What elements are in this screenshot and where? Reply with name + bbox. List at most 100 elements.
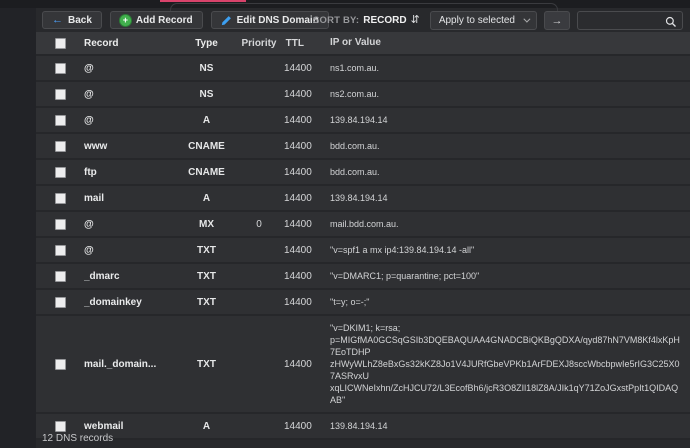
toolbar-left: ← Back + Add Record Edit DNS Domain — [42, 11, 329, 29]
table-row: mail._domain...TXT14400"v=DKIM1; k=rsa; … — [36, 316, 690, 414]
type-cell: NS — [179, 63, 234, 74]
add-record-button[interactable]: + Add Record — [110, 11, 203, 29]
table-row: @A14400139.84.194.14 — [36, 108, 690, 134]
row-checkbox[interactable] — [55, 141, 66, 152]
ttl-cell: 14400 — [284, 271, 318, 282]
row-checkbox[interactable] — [55, 115, 66, 126]
type-cell: TXT — [179, 359, 234, 370]
row-checkbox-cell — [36, 271, 84, 282]
record-cell: mail — [84, 193, 179, 204]
apply-to-selected-dropdown[interactable]: Apply to selected — [430, 11, 537, 30]
search-box — [577, 11, 683, 30]
ttl-cell: 14400 — [284, 141, 318, 152]
header-ttl: TTL — [284, 38, 318, 49]
select-all-checkbox-cell — [36, 38, 84, 49]
value-cell: "v=DMARC1; p=quarantine; pct=100" — [318, 264, 690, 288]
row-checkbox-cell — [36, 89, 84, 100]
type-cell: CNAME — [179, 167, 234, 178]
dns-records-table: Record Type Priority TTL IP or Value @NS… — [36, 32, 690, 440]
back-button[interactable]: ← Back — [42, 11, 102, 29]
row-checkbox-cell — [36, 359, 84, 370]
edit-dns-domain-label: Edit DNS Domain — [237, 15, 319, 26]
type-cell: TXT — [179, 297, 234, 308]
row-checkbox-cell — [36, 141, 84, 152]
plus-circle-icon: + — [120, 15, 131, 26]
row-checkbox-cell — [36, 193, 84, 204]
value-cell: mail.bdd.com.au. — [318, 212, 690, 236]
add-record-label: Add Record — [136, 15, 193, 26]
ttl-cell: 14400 — [284, 297, 318, 308]
row-checkbox-cell — [36, 115, 84, 126]
ttl-cell: 14400 — [284, 219, 318, 230]
back-arrow-icon: ← — [52, 15, 63, 26]
priority-cell: 0 — [234, 219, 284, 230]
record-cell: @ — [84, 63, 179, 74]
apply-submit-button[interactable]: → — [544, 11, 570, 30]
row-checkbox[interactable] — [55, 271, 66, 282]
row-checkbox[interactable] — [55, 193, 66, 204]
row-checkbox-cell — [36, 297, 84, 308]
row-checkbox-cell — [36, 421, 84, 432]
table-row: @TXT 14400"v=spf1 a mx ip4:139.84.194.14 … — [36, 238, 690, 264]
table-row: webmailA14400139.84.194.14 — [36, 414, 690, 440]
edit-pencil-icon — [221, 15, 232, 26]
row-checkbox[interactable] — [55, 63, 66, 74]
type-cell: A — [179, 193, 234, 204]
row-checkbox[interactable] — [55, 421, 66, 432]
table-row: ftpCNAME14400bdd.com.au. — [36, 160, 690, 186]
sort-by-label: SORT BY: — [313, 15, 359, 26]
table-row: @MX014400mail.bdd.com.au. — [36, 212, 690, 238]
row-checkbox[interactable] — [55, 219, 66, 230]
header-type: Type — [179, 38, 234, 49]
edit-dns-domain-button[interactable]: Edit DNS Domain — [211, 11, 329, 29]
record-cell: _dmarc — [84, 271, 179, 282]
ttl-cell: 14400 — [284, 167, 318, 178]
chevron-down-icon — [523, 16, 530, 23]
type-cell: NS — [179, 89, 234, 100]
select-all-checkbox[interactable] — [55, 38, 66, 49]
table-row: _domainkeyTXT14400"t=y; o=-;" — [36, 290, 690, 316]
record-cell: _domainkey — [84, 297, 179, 308]
table-row: mailA14400139.84.194.14 — [36, 186, 690, 212]
header-priority: Priority — [234, 38, 284, 49]
type-cell: TXT — [179, 271, 234, 282]
ttl-cell: 14400 — [284, 63, 318, 74]
row-checkbox[interactable] — [55, 297, 66, 308]
record-cell: @ — [84, 89, 179, 100]
row-checkbox[interactable] — [55, 245, 66, 256]
table-row: wwwCNAME14400bdd.com.au. — [36, 134, 690, 160]
header-record: Record — [84, 38, 179, 49]
records-count: 12 DNS records — [42, 433, 113, 444]
sort-field-value: RECORD — [363, 15, 406, 26]
ttl-cell: 14400 — [284, 421, 318, 432]
dns-table-body: @NS14400ns1.com.au.@NS14400ns2.com.au.@A… — [36, 56, 690, 440]
loading-progress-bar — [160, 0, 246, 2]
toolbar-right: SORT BY: RECORD ⇵ Apply to selected → — [313, 11, 683, 30]
row-checkbox-cell — [36, 63, 84, 74]
table-row: @NS14400ns2.com.au. — [36, 82, 690, 108]
back-button-label: Back — [68, 15, 92, 26]
record-cell: mail._domain... — [84, 359, 179, 370]
ttl-cell: 14400 — [284, 115, 318, 126]
ttl-cell: 14400 — [284, 245, 318, 256]
record-cell: @ — [84, 245, 179, 256]
value-cell: bdd.com.au. — [318, 134, 690, 158]
sort-arrows-icon[interactable]: ⇵ — [411, 15, 420, 26]
value-cell: 139.84.194.14 — [318, 186, 690, 210]
table-row: _dmarcTXT 14400"v=DMARC1; p=quarantine; p… — [36, 264, 690, 290]
value-cell: 139.84.194.14 — [318, 108, 690, 132]
value-cell: ns1.com.au. — [318, 56, 690, 80]
apply-to-selected-label: Apply to selected — [439, 15, 515, 26]
record-cell: www — [84, 141, 179, 152]
value-cell: "v=spf1 a mx ip4:139.84.194.14 -all" — [318, 238, 690, 262]
value-cell: 139.84.194.14 — [318, 414, 690, 438]
value-cell: ns2.com.au. — [318, 82, 690, 106]
table-header-row: Record Type Priority TTL IP or Value — [36, 32, 690, 56]
sort-control[interactable]: SORT BY: RECORD ⇵ — [313, 15, 420, 26]
row-checkbox[interactable] — [55, 167, 66, 178]
row-checkbox[interactable] — [55, 359, 66, 370]
record-cell: @ — [84, 219, 179, 230]
type-cell: TXT — [179, 245, 234, 256]
row-checkbox[interactable] — [55, 89, 66, 100]
value-cell: bdd.com.au. — [318, 160, 690, 184]
